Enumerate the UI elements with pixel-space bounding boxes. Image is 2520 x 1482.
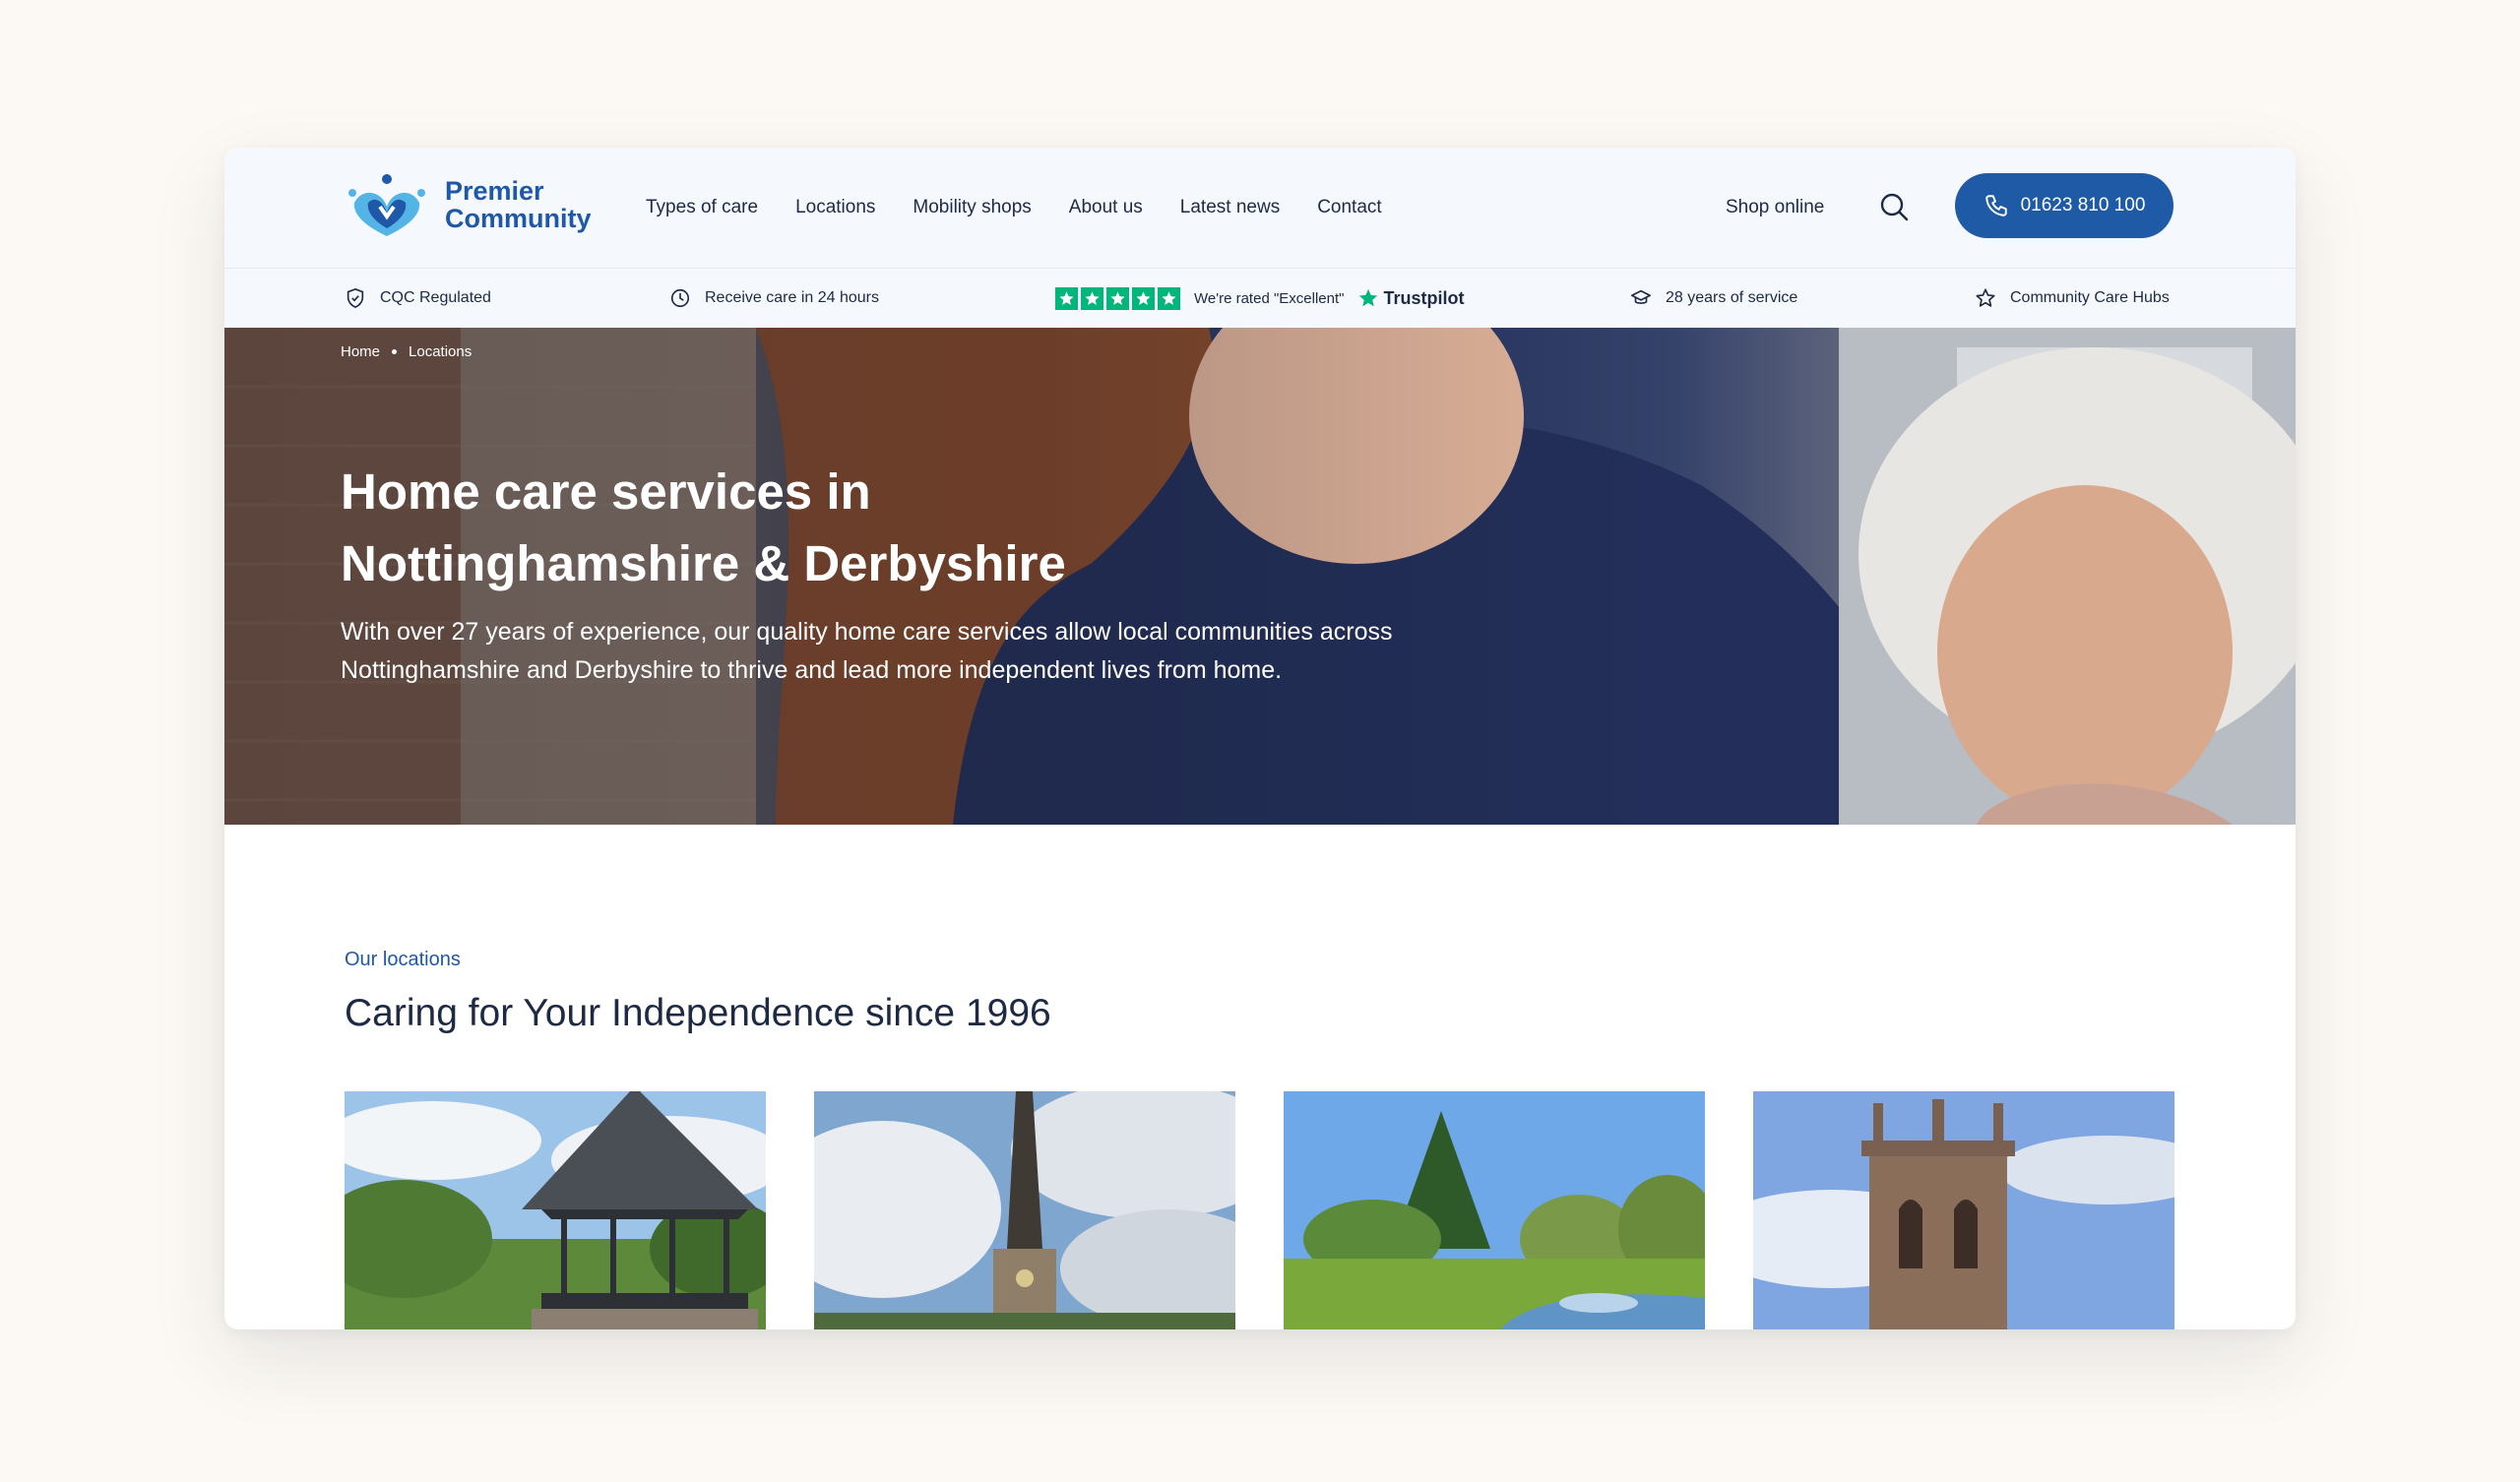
hero-subtitle: With over 27 years of experience, our qu… [341,613,1502,690]
trustpilot-wordmark: Trustpilot [1383,287,1465,308]
page-frame: Premier Community Types of care Location… [224,148,2296,1329]
trust-care-time-label: Receive care in 24 hours [705,289,879,306]
trust-care-time: Receive care in 24 hours [669,269,879,328]
main-nav: Types of care Locations Mobility shops A… [646,148,1382,268]
trust-hubs: Community Care Hubs [1975,269,2170,328]
trustpilot-logo: Trustpilot [1357,287,1464,309]
breadcrumb-locations[interactable]: Locations [409,343,472,360]
breadcrumb-separator [392,349,398,354]
nav-locations[interactable]: Locations [795,197,875,218]
trust-rating-label: We're rated "Excellent" [1194,289,1345,307]
site-header: Premier Community Types of care Location… [224,148,2296,269]
trust-bar: CQC Regulated Receive care in 24 hours W… [224,269,2296,328]
trustpilot-star-icon [1359,288,1378,307]
phone-icon [1984,195,2007,216]
nav-about-us[interactable]: About us [1069,197,1143,218]
trust-years-label: 28 years of service [1666,289,1798,306]
locations-title: Caring for Your Independence since 1996 [345,992,1051,1034]
star-icon [1158,286,1180,310]
logo-text: Premier Community [445,177,592,232]
crooked-spire-image [814,1091,1235,1329]
location-card-bandstand[interactable] [345,1091,766,1329]
star-outline-icon [1976,288,1995,307]
trust-hubs-label: Community Care Hubs [2010,289,2170,306]
search-icon[interactable] [1876,189,1914,226]
trust-rating[interactable]: We're rated "Excellent" Trustpilot [1055,269,1464,328]
locations-eyebrow: Our locations [345,949,461,970]
star-icon [1081,286,1103,310]
nav-contact[interactable]: Contact [1317,197,1381,218]
logo-line2: Community [445,204,592,233]
breadcrumb: Home Locations [341,343,472,360]
nav-mobility-shops[interactable]: Mobility shops [913,197,1031,218]
star-icon [1132,286,1155,310]
location-card-crooked-spire[interactable] [814,1091,1235,1329]
trustpilot-stars [1055,286,1180,310]
trust-cqc: CQC Regulated [345,269,491,328]
location-card-church-tower[interactable] [1753,1091,2174,1329]
hero-title: Home care services in Nottinghamshire & … [341,456,1227,599]
trust-years: 28 years of service [1630,269,1797,328]
logo[interactable]: Premier Community [343,171,608,242]
star-icon [1055,286,1078,310]
church-tower-image [1753,1091,2174,1329]
clock-icon [670,288,690,308]
hero-title-line1: Home care services in [341,463,871,520]
location-card-park[interactable] [1284,1091,1705,1329]
logo-heart-icon [348,174,425,236]
logo-line1: Premier [445,176,544,206]
shop-online-link[interactable]: Shop online [1726,148,1824,268]
shield-check-icon [346,287,364,309]
trust-cqc-label: CQC Regulated [380,289,491,306]
nav-types-of-care[interactable]: Types of care [646,197,758,218]
hero-subtitle-line2: Nottinghamshire and Derbyshire to thrive… [341,656,1283,684]
location-cards [345,1091,2174,1329]
graduation-cap-icon [1631,289,1651,304]
star-icon [1106,286,1129,310]
bandstand-image [345,1091,766,1329]
phone-number: 01623 810 100 [2020,195,2146,216]
park-image [1284,1091,1705,1329]
breadcrumb-home[interactable]: Home [341,343,380,360]
hero-banner: Home Locations Home care services in Not… [224,328,2296,825]
nav-latest-news[interactable]: Latest news [1180,197,1280,218]
hero-subtitle-line1: With over 27 years of experience, our qu… [341,618,1393,646]
hero-title-line2: Nottinghamshire & Derbyshire [341,535,1066,591]
phone-button[interactable]: 01623 810 100 [1955,173,2174,238]
